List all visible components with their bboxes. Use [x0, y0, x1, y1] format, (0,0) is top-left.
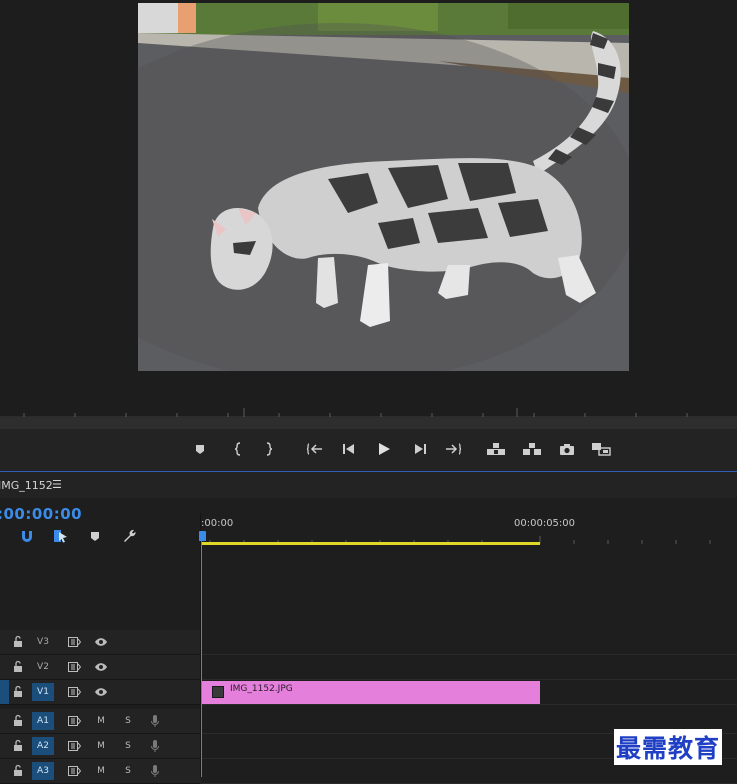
track-lane-v3[interactable]: [201, 630, 737, 655]
monitor-zoom-scrollbar[interactable]: [0, 418, 737, 429]
cat-photo-image: [138, 3, 629, 371]
mark-out-icon: [266, 442, 273, 456]
eye-icon[interactable]: [94, 685, 108, 699]
track-header-v1: V1: [0, 680, 200, 705]
lock-icon[interactable]: [13, 660, 25, 674]
sync-lock-icon[interactable]: [67, 714, 81, 728]
solo-button[interactable]: S: [121, 739, 135, 753]
microphone-icon[interactable]: [148, 739, 162, 753]
watermark-logo: 最需教育: [614, 729, 723, 765]
lock-icon[interactable]: [13, 685, 25, 699]
linked-selection-button[interactable]: [52, 528, 70, 544]
playhead-timecode[interactable]: :00:00:00: [0, 505, 82, 523]
track-name[interactable]: A3: [32, 762, 54, 780]
track-name[interactable]: V3: [32, 633, 54, 651]
go-to-out-button[interactable]: [441, 439, 465, 459]
timeline-toolbar: [0, 524, 200, 548]
work-area-bar[interactable]: [201, 542, 540, 545]
track-name[interactable]: A1: [32, 712, 54, 730]
linked-selection-icon: [54, 530, 67, 543]
add-marker-button[interactable]: [188, 439, 212, 459]
go-to-in-button[interactable]: [303, 439, 327, 459]
mark-in-icon: [234, 442, 241, 456]
step-forward-button[interactable]: [408, 439, 432, 459]
play-button[interactable]: [372, 439, 396, 459]
track-name[interactable]: A2: [32, 737, 54, 755]
track-headers: V3 V2 V1 A1 M S A2 M S A3 M S: [0, 551, 200, 784]
program-monitor-frame: [138, 3, 629, 371]
add-marker-tool[interactable]: [86, 528, 104, 544]
track-lane-v2[interactable]: [201, 655, 737, 680]
lift-icon: [487, 443, 505, 455]
go-to-out-icon: [446, 443, 461, 455]
source-patch-v1[interactable]: [0, 680, 9, 704]
snap-button[interactable]: [18, 528, 36, 544]
program-monitor: [0, 0, 737, 418]
export-frame-button[interactable]: [555, 439, 579, 459]
extract-button[interactable]: [520, 439, 544, 459]
mark-out-button[interactable]: [257, 439, 281, 459]
snap-icon: [22, 531, 32, 542]
lock-icon[interactable]: [13, 635, 25, 649]
fx-badge-icon: [212, 686, 224, 698]
track-header-v3: V3: [0, 630, 200, 655]
track-name[interactable]: V2: [32, 658, 54, 676]
eye-icon[interactable]: [94, 635, 108, 649]
microphone-icon[interactable]: [148, 714, 162, 728]
lock-icon[interactable]: [13, 714, 25, 728]
wrench-icon: [124, 529, 136, 542]
sync-lock-icon[interactable]: [67, 685, 81, 699]
transport-controls: [0, 429, 737, 471]
extract-icon: [523, 443, 541, 455]
monitor-time-ruler[interactable]: [0, 404, 737, 418]
go-to-in-icon: [307, 443, 322, 455]
solo-button[interactable]: S: [121, 714, 135, 728]
add-marker-icon: [91, 531, 99, 541]
compare-view-icon: [592, 443, 611, 456]
lock-icon[interactable]: [13, 739, 25, 753]
lift-button[interactable]: [484, 439, 508, 459]
sync-lock-icon[interactable]: [67, 739, 81, 753]
panel-menu-icon[interactable]: ☰: [52, 478, 62, 491]
track-header-v2: V2: [0, 655, 200, 680]
sequence-tab-bar: IMG_1152 ☰: [0, 472, 737, 498]
video-clip[interactable]: IMG_1152.JPG: [201, 681, 540, 704]
track-name[interactable]: V1: [32, 683, 54, 701]
eye-icon[interactable]: [94, 660, 108, 674]
step-back-icon: [343, 444, 354, 454]
ruler-label-start: :00:00: [201, 518, 234, 529]
track-header-a1: A1 M S: [0, 709, 200, 734]
playhead-line[interactable]: [201, 533, 202, 777]
clip-name: IMG_1152.JPG: [230, 684, 293, 694]
marker-icon: [196, 444, 204, 454]
comparison-view-button[interactable]: [589, 439, 613, 459]
play-icon: [379, 443, 390, 455]
sync-lock-icon[interactable]: [67, 635, 81, 649]
timeline-settings-button[interactable]: [120, 528, 138, 544]
ruler-label-5s: 00:00:05:00: [514, 518, 576, 529]
track-header-a3: A3 M S: [0, 759, 200, 784]
track-header-a2: A2 M S: [0, 734, 200, 759]
mute-button[interactable]: M: [94, 739, 108, 753]
export-frame-icon: [560, 443, 574, 455]
sequence-tab[interactable]: IMG_1152: [0, 479, 53, 492]
sync-lock-icon[interactable]: [67, 660, 81, 674]
step-forward-icon: [415, 444, 426, 454]
mark-in-button[interactable]: [226, 439, 250, 459]
step-back-button[interactable]: [337, 439, 361, 459]
mute-button[interactable]: M: [94, 714, 108, 728]
